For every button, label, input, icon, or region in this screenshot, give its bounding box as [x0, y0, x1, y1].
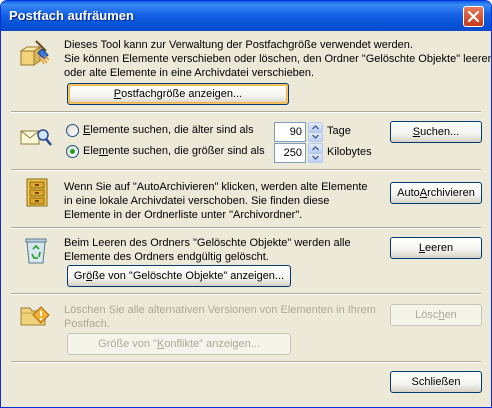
search-button[interactable]: Suchen...: [390, 121, 482, 143]
show-conflicts-size-button-label: onflikte" anzeigen...: [164, 338, 260, 350]
separator-3: [11, 227, 481, 229]
autoarchive-button-label: rchivieren: [427, 187, 475, 199]
empty-button[interactable]: Leeren: [390, 237, 482, 259]
cleanup-description-line3: oder alte Elemente in eine Archivdatei v…: [64, 67, 315, 79]
conflicts-description-line2: Postfach.: [64, 318, 110, 330]
older-than-label[interactable]: Elemente suchen, die älter sind als: [83, 124, 254, 137]
delete-conflicts-button[interactable]: Löschen: [390, 304, 482, 326]
autoarchive-description-line1: Wenn Sie auf "AutoArchivieren" klicken, …: [64, 181, 368, 193]
spin-down-icon[interactable]: [308, 132, 323, 142]
spin-down-icon[interactable]: [308, 153, 323, 163]
older-than-radio[interactable]: [66, 124, 79, 137]
empty-deleted-description-line2: Elemente des Ordners endgültig gelöscht.: [64, 251, 269, 263]
close-icon: [468, 11, 479, 22]
days-unit-label: Tage: [327, 125, 351, 137]
show-deleted-size-button-prefix: Gr: [73, 270, 87, 282]
empty-button-label: eeren: [424, 242, 454, 254]
show-conflicts-size-button[interactable]: Größe von "Konflikte" anzeigen...: [67, 333, 291, 355]
mailbox-cleanup-icon: [18, 39, 50, 72]
separator-5: [11, 361, 481, 363]
larger-than-kb-spinner[interactable]: [308, 143, 323, 163]
title-bar[interactable]: Postfach aufräumen: [1, 1, 491, 31]
close-button[interactable]: Schließen: [390, 371, 482, 393]
older-than-label-text: lemente suchen, die älter sind als: [90, 124, 254, 136]
older-than-days-input[interactable]: 90: [274, 122, 306, 142]
cleanup-description-line1: Dieses Tool kann zur Verwaltung der Post…: [64, 39, 413, 51]
older-than-days-spinner[interactable]: [308, 122, 323, 142]
show-mailbox-size-button[interactable]: Postfachgröße anzeigen...: [67, 83, 289, 105]
empty-deleted-description-line1: Beim Leeren des Ordners "Gelöschte Objek…: [64, 237, 351, 249]
autoarchive-description-line2: in eine lokale Archivdatei verschoben. S…: [64, 195, 330, 207]
larger-than-label[interactable]: Elemente suchen, die größer sind als: [83, 145, 265, 158]
autoarchive-description-line3: Elemente in der Ordnerliste unter "Archi…: [64, 209, 303, 221]
delete-conflicts-button-prefix: Lösc: [415, 309, 439, 321]
search-mailbox-icon: [20, 126, 52, 151]
show-deleted-size-button-label: ße von "Gelöschte Objekte" anzeigen...: [92, 270, 285, 282]
larger-than-label-prefix: Ele: [83, 145, 99, 157]
spin-up-icon[interactable]: [308, 143, 323, 153]
separator-2: [11, 169, 481, 171]
delete-conflicts-button-label: en: [444, 309, 457, 321]
search-button-label: uchen...: [420, 126, 460, 138]
separator-4: [11, 293, 481, 295]
conflicts-description-line1: Löschen Sie alle alternativen Versionen …: [64, 304, 376, 316]
separator-1: [11, 111, 481, 113]
show-conflicts-size-button-prefix: Größe von ": [98, 338, 157, 350]
search-button-key: S: [412, 126, 421, 138]
dialog-window: Postfach aufräumen Dieses Tool kann zur …: [0, 0, 492, 408]
archive-icon: [24, 178, 50, 211]
kilobytes-unit-label: Kilobytes: [327, 146, 372, 158]
radio-selected-dot: [70, 149, 75, 154]
larger-than-label-text: ente suchen, die größer sind als: [108, 145, 265, 157]
show-deleted-size-button[interactable]: Größe von "Gelöschte Objekte" anzeigen..…: [67, 265, 291, 287]
autoarchive-button[interactable]: AutoArchivieren: [390, 182, 482, 204]
recycle-bin-icon: [24, 236, 48, 267]
larger-than-kb-input[interactable]: 250: [274, 143, 306, 163]
cleanup-description-line2: Sie können Elemente verschieben oder lös…: [64, 53, 492, 65]
close-window-button[interactable]: [463, 6, 484, 27]
dialog-content: Dieses Tool kann zur Verwaltung der Post…: [4, 31, 491, 403]
show-mailbox-size-button-label: ostfachgröße anzeigen...: [121, 88, 243, 100]
conflicts-folder-icon: [20, 303, 50, 330]
larger-than-radio[interactable]: [66, 145, 79, 158]
larger-than-label-key: m: [98, 145, 109, 157]
spin-up-icon[interactable]: [308, 122, 323, 132]
autoarchive-button-prefix: Auto: [397, 187, 420, 199]
window-title: Postfach aufräumen: [9, 8, 134, 23]
